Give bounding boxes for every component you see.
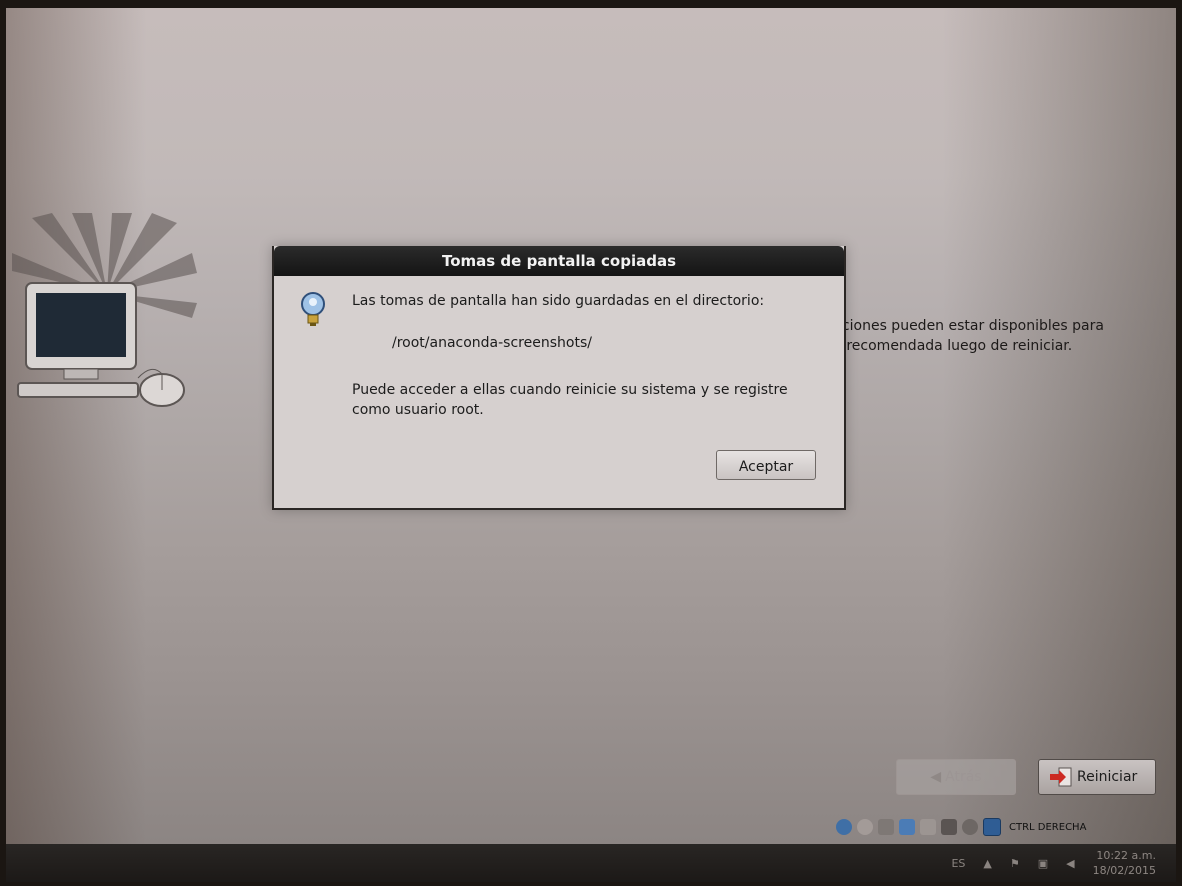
computer-illustration-icon — [12, 213, 197, 407]
optical-drive-icon[interactable] — [857, 819, 873, 835]
accept-button[interactable]: Aceptar — [716, 450, 816, 480]
flag-icon[interactable]: ⚑ — [1010, 857, 1020, 870]
dialog-message: Las tomas de pantalla han sido guardadas… — [352, 293, 765, 309]
dialog-body: Las tomas de pantalla han sido guardadas… — [274, 276, 844, 504]
clock-date: 18/02/2015 — [1092, 864, 1156, 877]
clock-time: 10:22 a.m. — [1096, 849, 1156, 862]
volume-icon[interactable]: ◀ — [1066, 857, 1074, 870]
vbox-status-bar: CTRL DERECHA — [836, 816, 1176, 838]
background-info-text: zaciones pueden estar disponibles para e… — [826, 316, 1176, 356]
network-icon[interactable] — [899, 819, 915, 835]
language-indicator[interactable]: ES — [951, 857, 965, 870]
screenshots-dialog: Tomas de pantalla copiadas Las tomas de … — [272, 246, 846, 510]
host-taskbar: ES ▲ ⚑ ▣ ◀ 10:22 a.m. 18/02/2015 — [6, 844, 1176, 882]
info-lightbulb-icon — [301, 292, 325, 326]
dialog-title: Tomas de pantalla copiadas — [274, 246, 844, 276]
back-button-label: Atrás — [945, 769, 982, 785]
reboot-button[interactable]: Reiniciar — [1038, 759, 1156, 795]
network-tray-icon[interactable]: ▣ — [1038, 857, 1048, 870]
background-line-1: zaciones pueden estar disponibles para — [826, 318, 1104, 334]
mouse-integration-icon[interactable] — [962, 819, 978, 835]
hard-disk-icon[interactable] — [836, 819, 852, 835]
background-line-2: es recomendada luego de reiniciar. — [826, 338, 1073, 354]
usb-icon[interactable] — [878, 819, 894, 835]
dialog-note: Puede acceder a ellas cuando reinicie su… — [352, 382, 788, 418]
display-icon[interactable] — [941, 819, 957, 835]
installer-screen: zaciones pueden estar disponibles para e… — [6, 8, 1176, 844]
host-key-label: CTRL DERECHA — [1009, 821, 1087, 833]
system-tray: ES ▲ ⚑ ▣ ◀ 10:22 a.m. 18/02/2015 — [951, 848, 1156, 878]
reboot-button-label: Reiniciar — [1077, 769, 1138, 785]
host-key-icon[interactable] — [983, 818, 1001, 836]
shared-folder-icon[interactable] — [920, 819, 936, 835]
back-arrow-icon: ◀ — [930, 769, 942, 785]
show-hidden-icons-icon[interactable]: ▲ — [983, 857, 991, 870]
clock[interactable]: 10:22 a.m. 18/02/2015 — [1093, 848, 1156, 878]
screenshots-path: /root/anaconda-screenshots/ — [392, 335, 592, 351]
exit-door-icon — [1050, 767, 1072, 787]
back-button[interactable]: ◀ Atrás — [896, 759, 1016, 795]
